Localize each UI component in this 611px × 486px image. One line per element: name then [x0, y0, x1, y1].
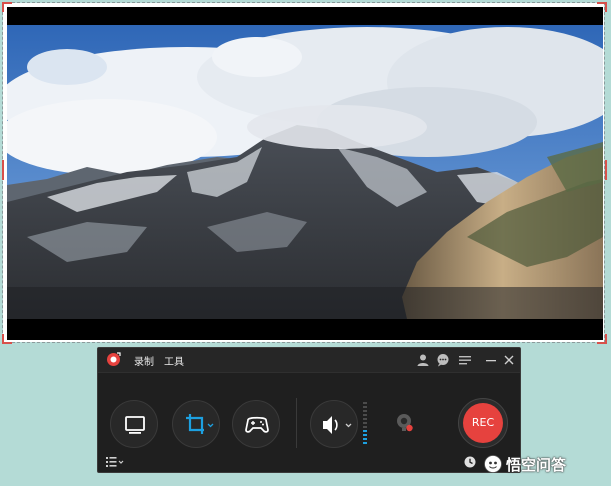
clock-icon[interactable]	[464, 456, 476, 468]
recorder-panel: 录制 工具 REC	[97, 347, 521, 473]
frame-handle-right[interactable]	[605, 160, 607, 180]
crop-icon	[186, 414, 214, 434]
menu-tools[interactable]: 工具	[164, 353, 184, 368]
speaker-icon	[323, 416, 352, 434]
record-button[interactable]: REC	[458, 398, 508, 448]
menu-icon[interactable]	[458, 353, 472, 367]
chat-icon[interactable]	[436, 353, 450, 367]
webcam-icon[interactable]	[394, 412, 416, 434]
volume-meter	[363, 402, 367, 444]
frame-corner-bottom-right[interactable]	[597, 334, 607, 344]
frame-corner-top-right[interactable]	[597, 2, 607, 12]
title-bar: 录制 工具	[98, 348, 520, 373]
menu-record[interactable]: 录制	[134, 353, 154, 368]
monitor-icon	[125, 416, 145, 434]
audio-button[interactable]	[310, 400, 358, 448]
list-icon[interactable]	[106, 456, 126, 468]
rec-label: REC	[463, 403, 503, 443]
mountain-landscape-image	[7, 7, 603, 340]
frame-handle-left[interactable]	[2, 160, 4, 180]
game-mode-button[interactable]	[232, 400, 280, 448]
video-preview	[7, 7, 603, 340]
frame-corner-top-left[interactable]	[2, 2, 12, 12]
region-crop-button[interactable]	[172, 400, 220, 448]
close-icon[interactable]	[502, 353, 516, 367]
app-logo-icon	[107, 352, 121, 366]
wukong-logo-icon	[484, 455, 502, 473]
minimize-icon[interactable]	[484, 353, 498, 367]
screen-capture-button[interactable]	[110, 400, 158, 448]
user-icon[interactable]	[416, 353, 430, 367]
watermark-text: 悟空问答	[506, 456, 567, 474]
toolbar-divider	[296, 398, 297, 448]
frame-corner-bottom-left[interactable]	[2, 334, 12, 344]
gamepad-icon	[245, 416, 269, 433]
